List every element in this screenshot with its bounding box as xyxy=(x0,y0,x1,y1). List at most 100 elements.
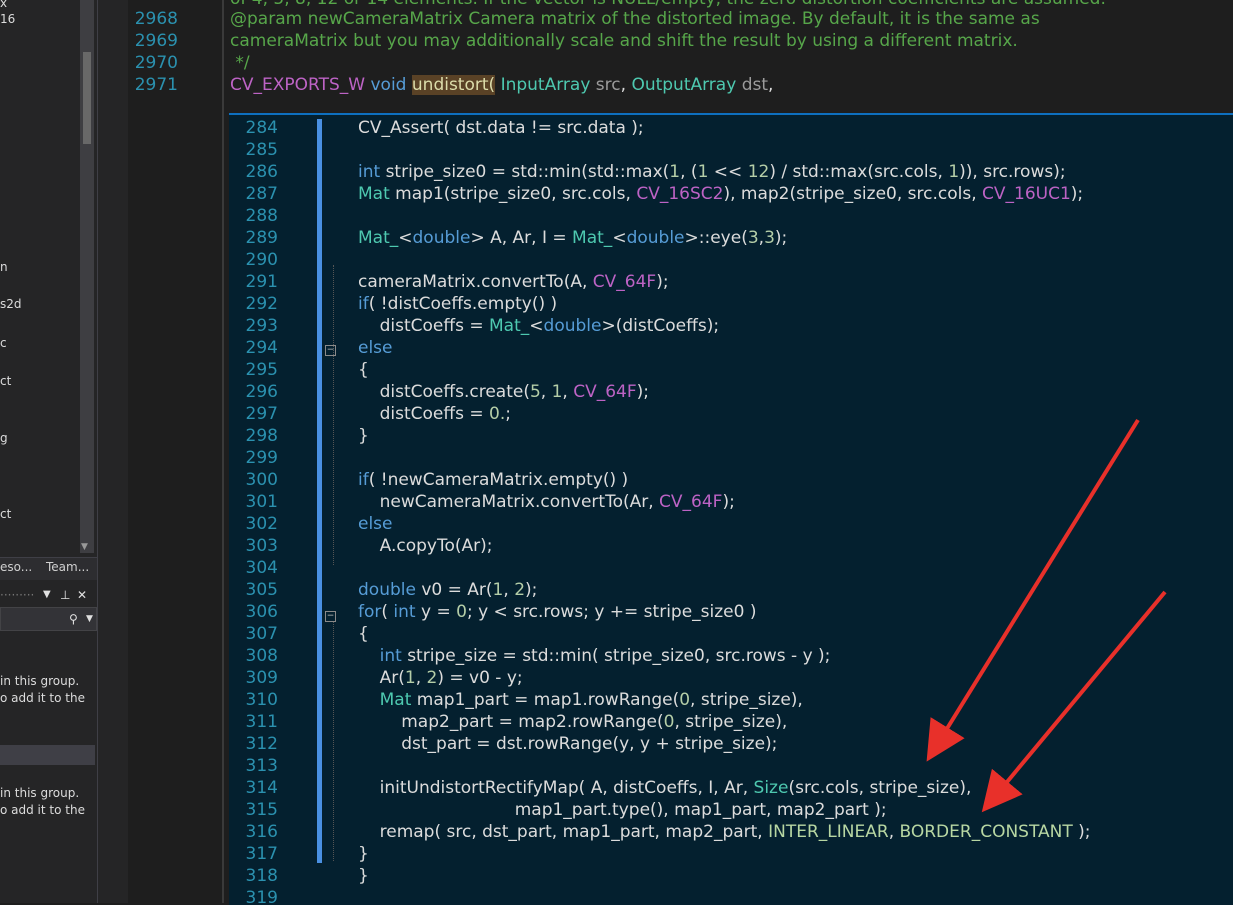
line-number: 309 xyxy=(245,668,278,688)
code-line: newCameraMatrix.convertTo(Ar, CV_64F); xyxy=(358,492,735,512)
indent-guide xyxy=(333,265,335,565)
line-number: 2968 xyxy=(134,9,178,29)
code-line: { xyxy=(358,360,369,380)
code-line: distCoeffs.create(5, 1, CV_64F); xyxy=(358,382,650,402)
search-icon[interactable]: ⚲ xyxy=(69,608,78,630)
code-line: for( int y = 0; y < src.rows; y += strip… xyxy=(358,602,757,622)
tab-resource-view[interactable]: eso... xyxy=(0,560,32,574)
code-line: double v0 = Ar(1, 2); xyxy=(358,580,538,600)
line-number: 297 xyxy=(245,404,278,424)
code-line: Mat map1(stripe_size0, src.cols, CV_16SC… xyxy=(358,184,1084,204)
line-number: 2971 xyxy=(134,75,178,95)
solution-tree-item[interactable]: ct xyxy=(0,507,11,521)
line-number: 313 xyxy=(245,756,278,776)
line-number: 290 xyxy=(245,250,278,270)
code-line: else xyxy=(358,338,393,358)
scrollbar-thumb[interactable] xyxy=(83,52,91,144)
indent-guide xyxy=(333,621,335,861)
code-line: remap( src, dst_part, map1_part, map2_pa… xyxy=(358,822,1091,842)
code-line: if( !distCoeffs.empty() ) xyxy=(358,294,558,314)
scroll-down-icon[interactable]: ▼ xyxy=(81,541,88,553)
change-tracking-bar xyxy=(317,119,322,863)
code-line: int stripe_size0 = std::min(std::max(1, … xyxy=(358,162,1066,182)
line-number: 317 xyxy=(245,844,278,864)
line-number: 285 xyxy=(245,140,278,160)
code-line: */ xyxy=(230,53,250,73)
code-line-declaration: CV_EXPORTS_W void undistort( InputArray … xyxy=(230,75,774,95)
editor-gutter xyxy=(128,0,222,903)
line-number: 300 xyxy=(245,470,278,490)
code-line: distCoeffs = 0.; xyxy=(358,404,511,424)
toolbox-hint-line: in this group. xyxy=(0,674,80,688)
line-number: 286 xyxy=(245,162,278,182)
code-line: initUndistortRectifyMap( A, distCoeffs, … xyxy=(358,778,972,798)
line-number: 287 xyxy=(245,184,278,204)
solution-tree-item[interactable]: s2d xyxy=(0,297,22,311)
peek-definition-window[interactable]: − − 284 CV_Assert( dst.data != src.data )… xyxy=(229,113,1233,905)
line-number: 301 xyxy=(245,492,278,512)
code-line: { xyxy=(358,624,369,644)
search-options-arrow-icon[interactable]: ▼ xyxy=(86,608,93,630)
solution-tree-item[interactable]: n xyxy=(0,260,8,274)
editor-margin-edge xyxy=(222,0,224,903)
code-line: @param newCameraMatrix Camera matrix of … xyxy=(230,9,1040,29)
code-line: cameraMatrix but you may additionally sc… xyxy=(230,31,1018,51)
line-number: 319 xyxy=(245,888,278,905)
line-number: 2970 xyxy=(134,53,178,73)
toolbox-hint-line: o add it to the xyxy=(0,691,85,705)
solution-explorer-scrollbar[interactable]: ▼ xyxy=(80,0,94,553)
solution-explorer-panel: x 16 n s2d c ct g ct ▼ eso... Team... ·········… xyxy=(0,0,97,903)
dropdown-arrow-icon[interactable]: ▼ xyxy=(43,585,51,605)
collapse-icon[interactable]: − xyxy=(325,611,336,622)
code-line: if( !newCameraMatrix.empty() ) xyxy=(358,470,629,490)
solution-tree-item[interactable]: g xyxy=(0,431,8,445)
line-number: 295 xyxy=(245,360,278,380)
code-line: CV_Assert( dst.data != src.data ); xyxy=(358,118,644,138)
line-number: 316 xyxy=(245,822,278,842)
line-number: 318 xyxy=(245,866,278,886)
line-number: 294 xyxy=(245,338,278,358)
solution-tree-item[interactable]: 16 xyxy=(0,12,15,26)
code-line: dst_part = dst.rowRange(y, y + stripe_si… xyxy=(358,734,778,754)
solution-tree-item[interactable]: x xyxy=(0,0,7,10)
solution-tree-item[interactable]: ct xyxy=(0,374,11,388)
pin-icon[interactable]: ⊥ xyxy=(60,585,70,605)
code-line: map1_part.type(), map1_part, map2_part )… xyxy=(358,800,887,820)
line-number: 304 xyxy=(245,558,278,578)
line-number: 292 xyxy=(245,294,278,314)
close-icon[interactable]: ✕ xyxy=(77,585,87,605)
line-number: 2969 xyxy=(134,31,178,51)
line-number: 305 xyxy=(245,580,278,600)
toolbox-group-header[interactable] xyxy=(0,745,95,765)
collapse-icon[interactable]: − xyxy=(325,345,336,356)
solution-tree-item[interactable]: c xyxy=(0,336,7,350)
code-line: } xyxy=(358,844,369,864)
title-grip: ········· xyxy=(0,588,35,602)
toolbox-hint-line: in this group. xyxy=(0,786,80,800)
line-number: 307 xyxy=(245,624,278,644)
tab-team-explorer[interactable]: Team... xyxy=(46,560,89,574)
line-number: 284 xyxy=(245,118,278,138)
line-number: 308 xyxy=(245,646,278,666)
code-line: Ar(1, 2) = v0 - y; xyxy=(358,668,523,688)
panel-tab-bar: eso... Team... xyxy=(0,557,97,580)
line-number: 291 xyxy=(245,272,278,292)
code-line: map2_part = map2.rowRange(0, stripe_size… xyxy=(358,712,788,732)
line-number: 298 xyxy=(245,426,278,446)
panel-splitter[interactable] xyxy=(97,0,129,903)
code-line: else xyxy=(358,514,393,534)
line-number: 288 xyxy=(245,206,278,226)
line-number: 296 xyxy=(245,382,278,402)
code-line: Mat_<double> A, Ar, I = Mat_<double>::ey… xyxy=(358,228,788,248)
code-line: int stripe_size = std::min( stripe_size0… xyxy=(379,646,831,666)
toolbox-hint-line: o add it to the xyxy=(0,803,85,817)
code-line: distCoeffs = Mat_<double>(distCoeffs); xyxy=(358,316,720,336)
code-line: } xyxy=(358,426,369,446)
toolbox-search-box[interactable]: ⚲ ▼ xyxy=(0,607,97,631)
line-number: 310 xyxy=(245,690,278,710)
line-number: 303 xyxy=(245,536,278,556)
line-number: 312 xyxy=(245,734,278,754)
header-editor[interactable]: of 4, 5, 8, 12 or 14 elements. If the ve… xyxy=(224,0,1233,113)
code-line: A.copyTo(Ar); xyxy=(358,536,493,556)
line-number: 315 xyxy=(245,800,278,820)
